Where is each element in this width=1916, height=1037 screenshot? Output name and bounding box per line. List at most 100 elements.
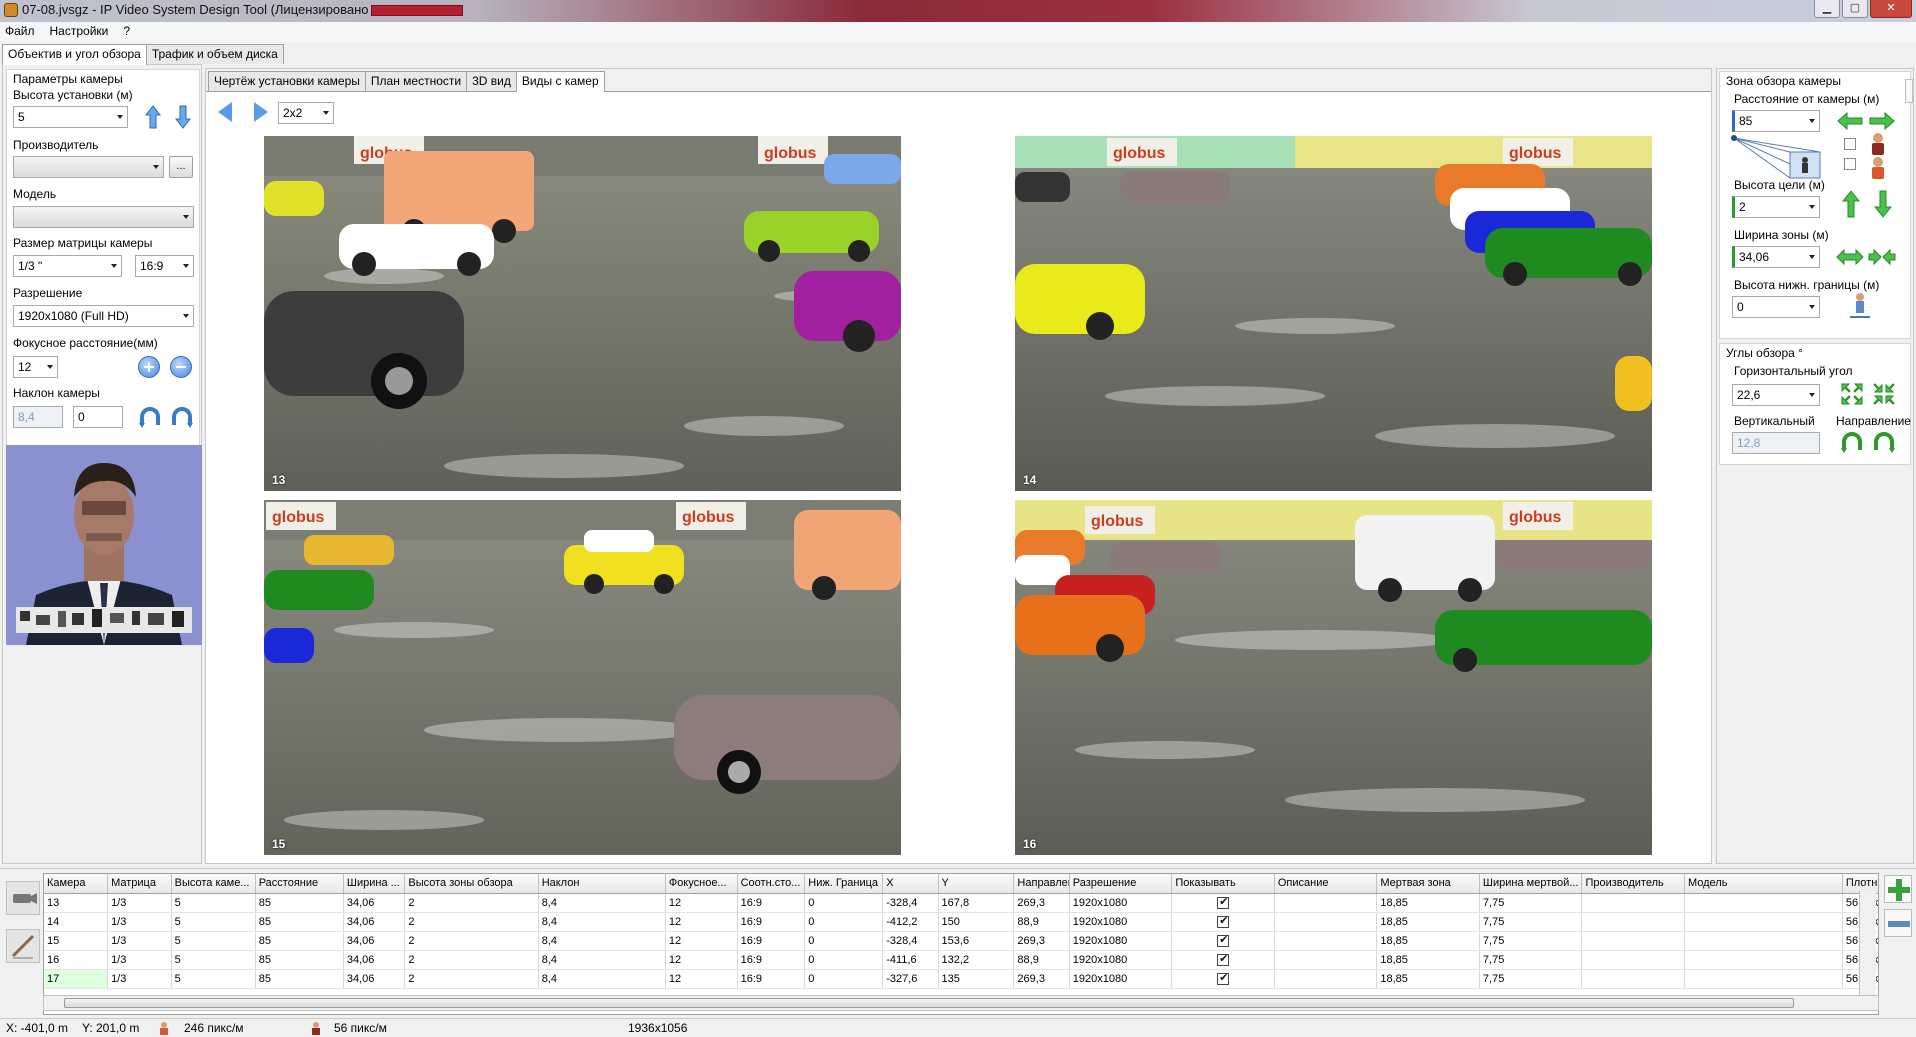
tilt-field-2[interactable]: 0	[73, 406, 123, 428]
zone-width-shrink-icon[interactable]	[1868, 248, 1896, 266]
table-cell[interactable]: 15	[44, 931, 109, 951]
table-cell[interactable]: 16	[44, 950, 109, 970]
table-cell[interactable]: 88,9	[1013, 912, 1070, 932]
table-cell[interactable]: 7,75	[1479, 931, 1583, 951]
table-row[interactable]: 16 1/3 5 85 34,06 2 8,4 12 16:9 0 -411,6 132,2 88,9 1…	[44, 950, 1878, 970]
table-cell[interactable]	[1684, 931, 1843, 951]
table-cell[interactable]	[1581, 931, 1685, 951]
table-cell[interactable]: 85	[255, 931, 344, 951]
angle-shrink-icon[interactable]	[1872, 382, 1896, 406]
table-cell[interactable]	[1581, 912, 1685, 932]
column-header[interactable]: Модель	[1684, 874, 1843, 894]
table-cell[interactable]: 18,85	[1376, 931, 1480, 951]
table-horizontal-scrollbar[interactable]	[43, 995, 1879, 1011]
table-cell[interactable]: 8,4	[538, 950, 666, 970]
table-cell[interactable]	[1274, 969, 1378, 989]
tab-camera-views[interactable]: Виды с камер	[515, 71, 605, 92]
table-cell[interactable]: 88,9	[1013, 950, 1070, 970]
table-cell[interactable]: 2	[404, 931, 539, 951]
table-cell[interactable]: 34,06	[343, 950, 406, 970]
show-checkbox[interactable]	[1217, 971, 1230, 985]
scroll-thumb[interactable]	[64, 998, 1794, 1008]
table-cell[interactable]	[1684, 969, 1843, 989]
close-button[interactable]: ✕	[1870, 0, 1912, 18]
table-cell[interactable]: 12	[665, 950, 738, 970]
zoom-out-icon[interactable]	[170, 356, 192, 378]
table-cell[interactable]: 135	[938, 969, 1015, 989]
table-cell[interactable]: 2	[404, 950, 539, 970]
table-cell[interactable]	[1274, 912, 1378, 932]
layout-combo[interactable]: 2x2	[278, 102, 334, 124]
table-row[interactable]: 17 1/3 5 85 34,06 2 8,4 12 16:9 0 -327,6 135 269,3 19…	[44, 969, 1878, 989]
table-cell[interactable]	[1684, 893, 1843, 913]
tilt-down-icon[interactable]	[138, 405, 162, 429]
column-header[interactable]: Разрешение	[1069, 874, 1173, 894]
table-cell[interactable]: 269,3	[1013, 969, 1070, 989]
add-camera-icon[interactable]	[1884, 875, 1912, 903]
table-cell[interactable]: 1920x1080	[1069, 931, 1173, 951]
manufacturer-browse-button[interactable]: ...	[169, 156, 193, 178]
next-arrow-icon[interactable]	[254, 102, 268, 122]
zone-width-combo[interactable]: 34,06	[1732, 246, 1820, 268]
table-cell[interactable]: 269,3	[1013, 931, 1070, 951]
table-cell[interactable]: 85	[255, 969, 344, 989]
table-cell[interactable]: 5	[171, 950, 256, 970]
tab-lens-angle[interactable]: Объектив и угол обзора	[2, 44, 147, 65]
prev-arrow-icon[interactable]	[218, 102, 232, 122]
tab-camera-drawing[interactable]: Чертёж установки камеры	[208, 71, 366, 91]
camera-view-16[interactable]: globus globus 16	[1015, 500, 1652, 855]
table-cell[interactable]	[1171, 912, 1275, 932]
distance-decrease-icon[interactable]	[1836, 112, 1864, 130]
right-panel-scroll-button[interactable]	[1905, 79, 1913, 103]
table-cell[interactable]: 85	[255, 950, 344, 970]
table-cell[interactable]: 85	[255, 893, 344, 913]
table-cell[interactable]: 1/3	[107, 931, 172, 951]
table-cell[interactable]	[1581, 893, 1685, 913]
table-cell[interactable]: 5	[171, 912, 256, 932]
table-cell[interactable]: 18,85	[1376, 912, 1480, 932]
table-cell[interactable]: 8,4	[538, 931, 666, 951]
table-cell[interactable]	[1274, 893, 1378, 913]
camera-tool-icon[interactable]	[6, 881, 40, 915]
height-down-icon[interactable]	[173, 104, 193, 130]
table-cell[interactable]: 0	[804, 950, 884, 970]
zone-width-expand-icon[interactable]	[1836, 248, 1864, 266]
column-header[interactable]: Мертвая зона	[1376, 874, 1480, 894]
show-checkbox[interactable]	[1217, 952, 1230, 966]
table-cell[interactable]	[1581, 969, 1685, 989]
table-cell[interactable]	[1171, 931, 1275, 951]
camera-view-14[interactable]: globus globus 14	[1015, 136, 1652, 491]
menu-file[interactable]: Файл	[0, 22, 45, 42]
table-cell[interactable]: -412,2	[882, 912, 939, 932]
column-header[interactable]: X	[882, 874, 939, 894]
rotate-right-icon[interactable]	[1872, 430, 1896, 454]
table-cell[interactable]: 18,85	[1376, 969, 1480, 989]
target-height-down-icon[interactable]	[1874, 190, 1892, 218]
table-cell[interactable]: 132,2	[938, 950, 1015, 970]
table-cell[interactable]: 16:9	[737, 969, 806, 989]
table-cell[interactable]	[1274, 950, 1378, 970]
table-cell[interactable]	[1171, 893, 1275, 913]
table-cell[interactable]: 8,4	[538, 969, 666, 989]
table-cell[interactable]: 34,06	[343, 931, 406, 951]
table-cell[interactable]	[1684, 950, 1843, 970]
column-header[interactable]: Камера	[44, 874, 109, 894]
table-cell[interactable]: 167,8	[938, 893, 1015, 913]
horizontal-angle-combo[interactable]: 22,6	[1732, 384, 1820, 406]
lower-bound-combo[interactable]: 0	[1732, 296, 1820, 318]
menu-settings[interactable]: Настройки	[45, 22, 119, 42]
minimize-button[interactable]: ▁	[1814, 0, 1840, 18]
show-checkbox[interactable]	[1217, 895, 1230, 909]
table-cell[interactable]	[1171, 969, 1275, 989]
column-header[interactable]: Наклон	[538, 874, 666, 894]
tilt-up-icon[interactable]	[170, 405, 194, 429]
table-cell[interactable]: 0	[804, 912, 884, 932]
table-cell[interactable]: 16:9	[737, 950, 806, 970]
column-header[interactable]: Производитель	[1581, 874, 1685, 894]
column-header[interactable]: Соотн.сто...	[737, 874, 806, 894]
tab-traffic-disk[interactable]: Трафик и объем диска	[145, 44, 284, 64]
table-cell[interactable]: 150	[938, 912, 1015, 932]
table-cell[interactable]: 18,85	[1376, 893, 1480, 913]
table-cell[interactable]: 85	[255, 912, 344, 932]
table-cell[interactable]: 7,75	[1479, 950, 1583, 970]
